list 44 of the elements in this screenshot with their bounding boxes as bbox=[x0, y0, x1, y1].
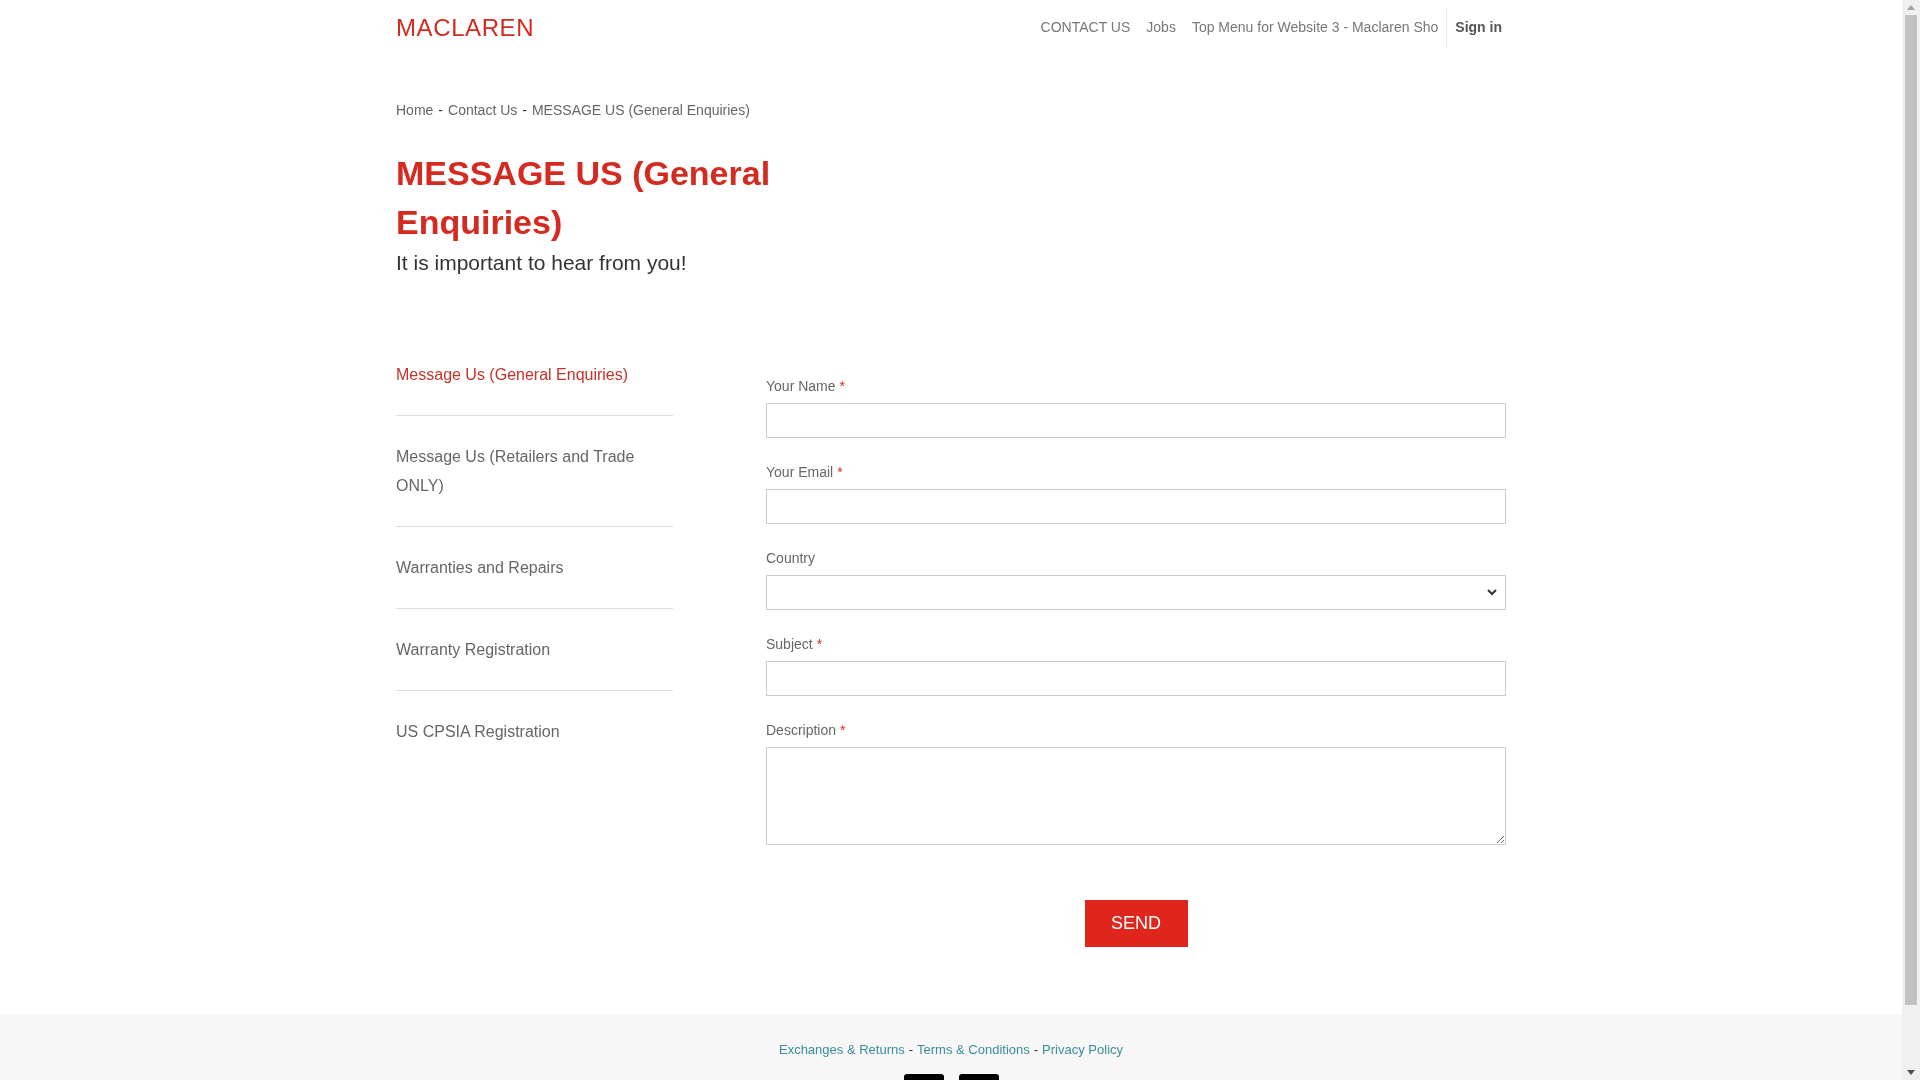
required-mark: * bbox=[840, 720, 846, 740]
nav-link[interactable]: Jobs bbox=[1146, 17, 1176, 38]
sidebar-item[interactable]: Warranties and Repairs bbox=[396, 552, 673, 582]
scroll-thumb[interactable] bbox=[1905, 15, 1917, 1005]
field-label: Your Email bbox=[766, 462, 834, 482]
field-label: Your Name bbox=[766, 376, 836, 396]
logo[interactable]: MACLAREN bbox=[396, 9, 535, 46]
send-button[interactable]: SEND bbox=[1084, 899, 1188, 947]
breadcrumb-separator: - bbox=[438, 101, 444, 120]
input-field[interactable] bbox=[766, 402, 1506, 438]
field-label: Subject bbox=[766, 634, 813, 654]
nav-link[interactable]: CONTACT US bbox=[1040, 17, 1131, 38]
sidebar-item[interactable]: Message Us (General Enquiries) bbox=[396, 359, 673, 389]
textarea-field[interactable] bbox=[766, 746, 1506, 845]
breadcrumb-current: MESSAGE US (General Enquiries) bbox=[531, 101, 750, 120]
payment-icon bbox=[958, 1073, 999, 1080]
footer-link[interactable]: Exchanges & Returns bbox=[778, 1040, 905, 1060]
page-title: MESSAGE US (General Enquiries) bbox=[395, 153, 772, 243]
payment-icon bbox=[903, 1073, 944, 1080]
breadcrumb-separator: - bbox=[522, 101, 527, 120]
required-mark: * bbox=[816, 634, 823, 654]
sidebar-item[interactable]: Message Us (Retailers and Trade ONLY) bbox=[396, 441, 673, 500]
required-mark: * bbox=[839, 376, 845, 396]
sign-in-link[interactable]: Sign in bbox=[1446, 7, 1502, 48]
footer-link[interactable]: Privacy Policy bbox=[1042, 1040, 1124, 1060]
input-field[interactable] bbox=[766, 488, 1506, 524]
sidebar-item[interactable]: US CPSIA Registration bbox=[396, 716, 673, 746]
footer-separator: - bbox=[908, 1041, 914, 1059]
footer-separator: - bbox=[1033, 1041, 1039, 1059]
breadcrumb-link[interactable]: Contact Us bbox=[448, 100, 518, 121]
nav-link[interactable]: Top Menu for Website 3 - Maclaren Sho bbox=[1191, 17, 1439, 38]
scroll-down-icon[interactable] bbox=[1907, 1070, 1915, 1075]
chevron-down-icon bbox=[1487, 588, 1497, 596]
select-field[interactable] bbox=[766, 574, 1506, 610]
scroll-up-icon[interactable] bbox=[1907, 5, 1915, 10]
scrollbar[interactable] bbox=[1902, 0, 1920, 1080]
sidebar-item[interactable]: Warranty Registration bbox=[396, 634, 673, 664]
field-label: Country bbox=[766, 548, 816, 568]
breadcrumb-link[interactable]: Home bbox=[396, 100, 434, 121]
page-subtitle: It is important to hear from you! bbox=[395, 250, 688, 276]
required-mark: * bbox=[837, 462, 843, 482]
input-field[interactable] bbox=[766, 660, 1506, 696]
field-label: Description bbox=[766, 720, 837, 740]
footer-link[interactable]: Terms & Conditions bbox=[917, 1040, 1030, 1060]
